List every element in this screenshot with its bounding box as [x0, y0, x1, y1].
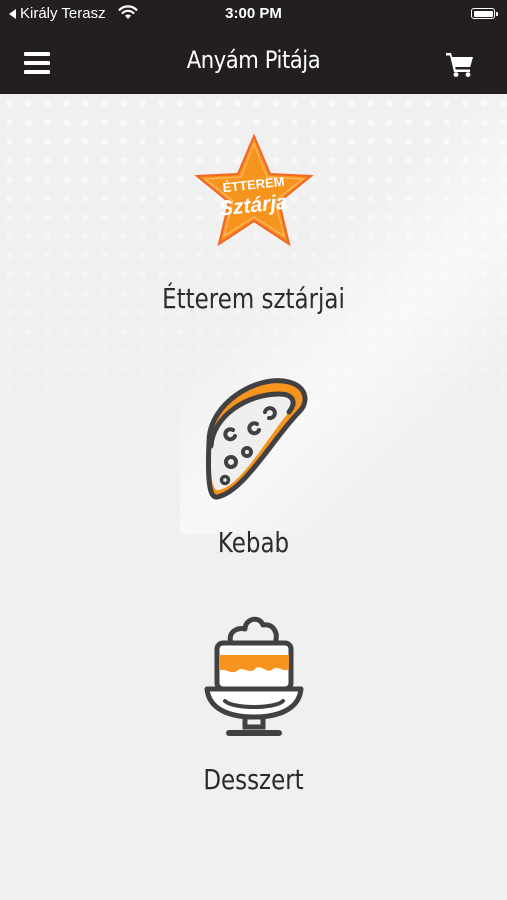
status-time: 3:00 PM [225, 5, 282, 22]
dessert-cup-icon [204, 616, 303, 736]
cart-button[interactable] [444, 48, 476, 78]
kebab-wrap-icon [205, 378, 307, 500]
category-label: Kebab [217, 526, 290, 559]
category-item-desszert[interactable]: Desszert [0, 609, 507, 809]
battery-icon [471, 8, 498, 19]
category-label: Étterem sztárjai [162, 282, 345, 315]
restaurant-star-badge-icon: ÉTTEREM Sztárja [193, 134, 314, 247]
category-item-etterem-sztarjai[interactable]: ÉTTEREM Sztárja Étterem sztárjai [0, 134, 507, 334]
page-title: Anyám Pitája [186, 46, 321, 74]
app-header: Király Terasz 3:00 PM Anyám Pitája [0, 0, 507, 94]
status-bar: Király Terasz 3:00 PM [0, 0, 507, 28]
category-list: ÉTTEREM Sztárja Étterem sztárjai Kebab D… [0, 94, 507, 900]
navigation-bar: Anyám Pitája [0, 32, 507, 94]
category-label: Desszert [203, 763, 304, 796]
category-item-kebab[interactable]: Kebab [0, 372, 507, 572]
shopping-cart-icon [446, 53, 473, 77]
